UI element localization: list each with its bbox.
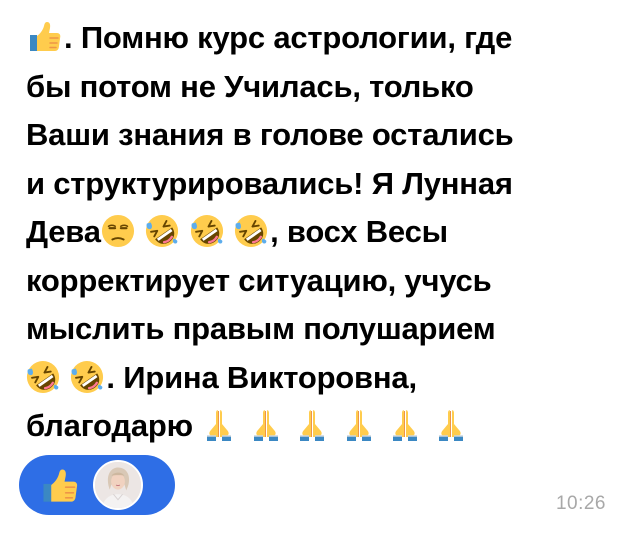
unamused-face-emoji-icon xyxy=(101,214,135,248)
avatar[interactable] xyxy=(93,460,143,510)
folded-hands-emoji-icon xyxy=(433,406,469,442)
message-line-text: корректирует ситуацию, учусь xyxy=(26,262,492,298)
message-line: Дева , восх Весы xyxy=(26,208,626,257)
message-line: и структурировались! Я Лунная xyxy=(26,160,626,209)
message-line-text: . Ирина Викторовна, xyxy=(106,359,417,395)
message-line: Ваши знания в голове остались xyxy=(26,111,626,160)
message-line-text: мыслить правым полушарием xyxy=(26,311,496,346)
message-line: . Помню курс астрологии, где xyxy=(26,14,626,63)
message-line: бы потом не Училась, только xyxy=(26,63,626,112)
folded-hands-emoji-icon xyxy=(294,406,330,442)
rolling-on-floor-laughing-emoji-icon xyxy=(145,214,179,248)
message-line-text: бы потом не Училась, только xyxy=(26,68,474,104)
message-bubble[interactable]: . Помню курс астрологии, где бы потом не… xyxy=(0,0,628,537)
message-text: . Помню курс астрологии, где бы потом не… xyxy=(26,14,626,451)
message-line-text: и структурировались! Я Лунная xyxy=(26,165,513,201)
message-line-text: благодарю xyxy=(26,408,193,443)
rolling-on-floor-laughing-emoji-icon xyxy=(26,360,60,394)
message-line: мыслить правым полушарием xyxy=(26,305,626,354)
rolling-on-floor-laughing-emoji-icon xyxy=(70,360,104,394)
message-line: благодарю xyxy=(26,402,626,451)
folded-hands-emoji-icon xyxy=(248,406,284,442)
message-line-text: , восх Весы xyxy=(270,214,448,249)
folded-hands-emoji-icon xyxy=(201,406,237,442)
message-timestamp: 10:26 xyxy=(555,493,606,514)
reaction-pill[interactable] xyxy=(19,455,175,515)
rolling-on-floor-laughing-emoji-icon xyxy=(234,214,268,248)
message-line-text: . Помню курс астрологии, где xyxy=(64,20,513,55)
message-line-text: Ваши знания в голове остались xyxy=(26,117,514,152)
rolling-on-floor-laughing-emoji-icon xyxy=(190,214,224,248)
thumbs-up-icon xyxy=(39,465,79,505)
message-line: . Ирина Викторовна, xyxy=(26,354,626,403)
message-line-text: Дева xyxy=(26,214,101,249)
message-line: корректирует ситуацию, учусь xyxy=(26,257,626,306)
thumbs-up-emoji-icon xyxy=(26,18,62,54)
folded-hands-emoji-icon xyxy=(341,406,377,442)
folded-hands-emoji-icon xyxy=(387,406,423,442)
